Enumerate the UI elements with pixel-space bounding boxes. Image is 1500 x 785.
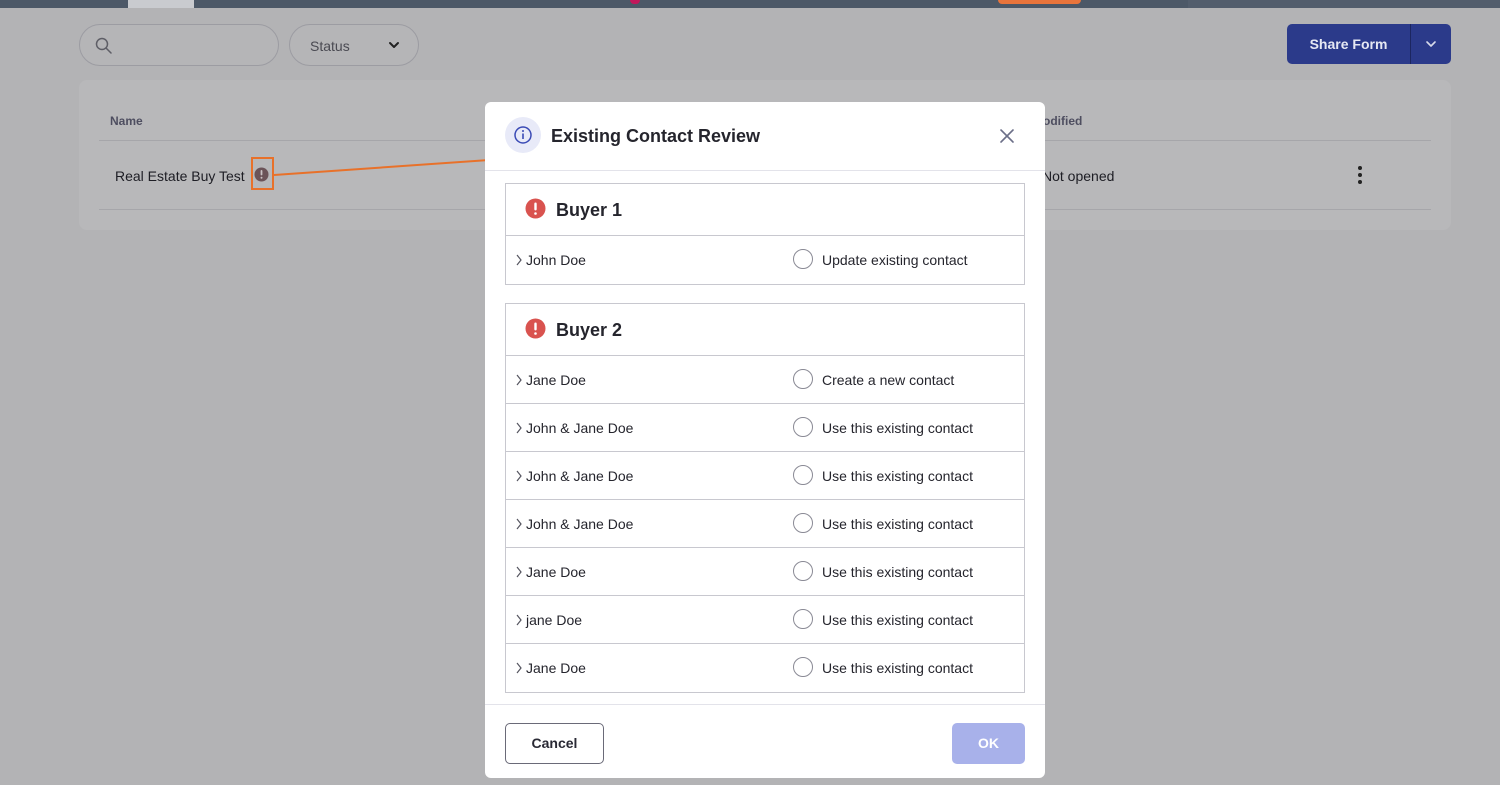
column-header-name[interactable]: Name xyxy=(110,114,143,128)
table-cell-status: Not opened xyxy=(1042,168,1115,184)
nav-right-region xyxy=(1188,0,1500,8)
info-icon xyxy=(505,117,541,153)
search-icon xyxy=(95,37,112,54)
alert-circle-icon xyxy=(525,318,546,339)
buyer-group-title: Buyer 2 xyxy=(556,320,623,340)
dialog-body[interactable]: Buyer 1 John Doe Update existing contact… xyxy=(485,172,1045,703)
contact-row[interactable]: John Doe Update existing contact xyxy=(506,236,1024,284)
status-filter-label: Status xyxy=(310,38,350,54)
chevron-right-icon[interactable] xyxy=(514,613,524,627)
chevron-right-icon[interactable] xyxy=(514,661,524,675)
dialog-header: Existing Contact Review xyxy=(485,102,1045,171)
contact-option-radio[interactable] xyxy=(793,609,813,629)
button-divider xyxy=(1410,24,1411,64)
contact-option-label[interactable]: Create a new contact xyxy=(822,372,954,388)
contact-option-label[interactable]: Use this existing contact xyxy=(822,612,973,628)
contact-option-label[interactable]: Use this existing contact xyxy=(822,564,973,580)
contact-row[interactable]: Jane Doe Create a new contact xyxy=(506,356,1024,404)
existing-contact-review-dialog: Existing Contact Review Buyer 1 John Doe… xyxy=(485,102,1045,778)
contact-row[interactable]: Jane Doe Use this existing contact xyxy=(506,644,1024,692)
ok-button[interactable]: OK xyxy=(952,723,1025,764)
share-form-button-group: Share Form xyxy=(1287,24,1451,64)
contact-name: John & Jane Doe xyxy=(526,468,634,484)
buyer-group: Buyer 2 Jane Doe Create a new contact Jo… xyxy=(505,303,1025,693)
buyer-group: Buyer 1 John Doe Update existing contact xyxy=(505,183,1025,285)
chevron-right-icon[interactable] xyxy=(514,565,524,579)
contact-row[interactable]: Jane Doe Use this existing contact xyxy=(506,548,1024,596)
contact-option-radio[interactable] xyxy=(793,513,813,533)
close-icon[interactable] xyxy=(997,126,1017,146)
chevron-right-icon[interactable] xyxy=(514,469,524,483)
contact-name: jane Doe xyxy=(526,612,583,628)
contact-name: John & Jane Doe xyxy=(526,420,634,436)
contact-name: Jane Doe xyxy=(526,660,586,676)
chevron-down-icon xyxy=(389,42,399,48)
notification-dot xyxy=(630,0,640,4)
buyer-group-header: Buyer 2 xyxy=(506,304,1024,356)
nav-accent-button[interactable] xyxy=(998,0,1081,4)
dialog-title: Existing Contact Review xyxy=(551,126,761,146)
top-nav-bar xyxy=(0,0,1500,8)
contact-row[interactable]: John & Jane Doe Use this existing contac… xyxy=(506,404,1024,452)
nav-tab-active[interactable] xyxy=(128,0,194,8)
contact-option-label[interactable]: Use this existing contact xyxy=(822,420,973,436)
contact-option-label[interactable]: Update existing contact xyxy=(822,252,968,268)
contact-name: Jane Doe xyxy=(526,564,586,580)
contact-option-label[interactable]: Use this existing contact xyxy=(822,468,973,484)
contact-option-label[interactable]: Use this existing contact xyxy=(822,660,973,676)
contact-name: Jane Doe xyxy=(526,372,586,388)
alert-circle-icon xyxy=(525,198,546,219)
share-form-button[interactable]: Share Form xyxy=(1287,24,1410,64)
contact-option-radio[interactable] xyxy=(793,369,813,389)
contact-name: John & Jane Doe xyxy=(526,516,634,532)
contact-name: John Doe xyxy=(526,252,586,268)
buyer-group-title: Buyer 1 xyxy=(556,200,623,220)
kebab-menu-icon[interactable] xyxy=(1352,165,1368,185)
chevron-right-icon[interactable] xyxy=(514,253,524,267)
status-filter-select[interactable]: Status xyxy=(289,24,419,66)
buyer-group-header: Buyer 1 xyxy=(506,184,1024,236)
contact-option-radio[interactable] xyxy=(793,657,813,677)
contact-row[interactable]: jane Doe Use this existing contact xyxy=(506,596,1024,644)
column-header-modified[interactable]: odified xyxy=(1043,114,1082,128)
alert-circle-icon[interactable] xyxy=(254,167,269,182)
chevron-right-icon[interactable] xyxy=(514,373,524,387)
contact-row[interactable]: John & Jane Doe Use this existing contac… xyxy=(506,500,1024,548)
chevron-right-icon[interactable] xyxy=(514,517,524,531)
contact-row[interactable]: John & Jane Doe Use this existing contac… xyxy=(506,452,1024,500)
contact-option-radio[interactable] xyxy=(793,561,813,581)
contact-option-radio[interactable] xyxy=(793,249,813,269)
cancel-button[interactable]: Cancel xyxy=(505,723,604,764)
share-options-chevron-icon[interactable] xyxy=(1424,37,1438,51)
contact-option-radio[interactable] xyxy=(793,465,813,485)
dialog-footer: Cancel OK xyxy=(485,704,1045,778)
contact-option-radio[interactable] xyxy=(793,417,813,437)
table-cell-name[interactable]: Real Estate Buy Test xyxy=(115,168,245,184)
contact-option-label[interactable]: Use this existing contact xyxy=(822,516,973,532)
chevron-right-icon[interactable] xyxy=(514,421,524,435)
search-input[interactable] xyxy=(79,24,279,66)
